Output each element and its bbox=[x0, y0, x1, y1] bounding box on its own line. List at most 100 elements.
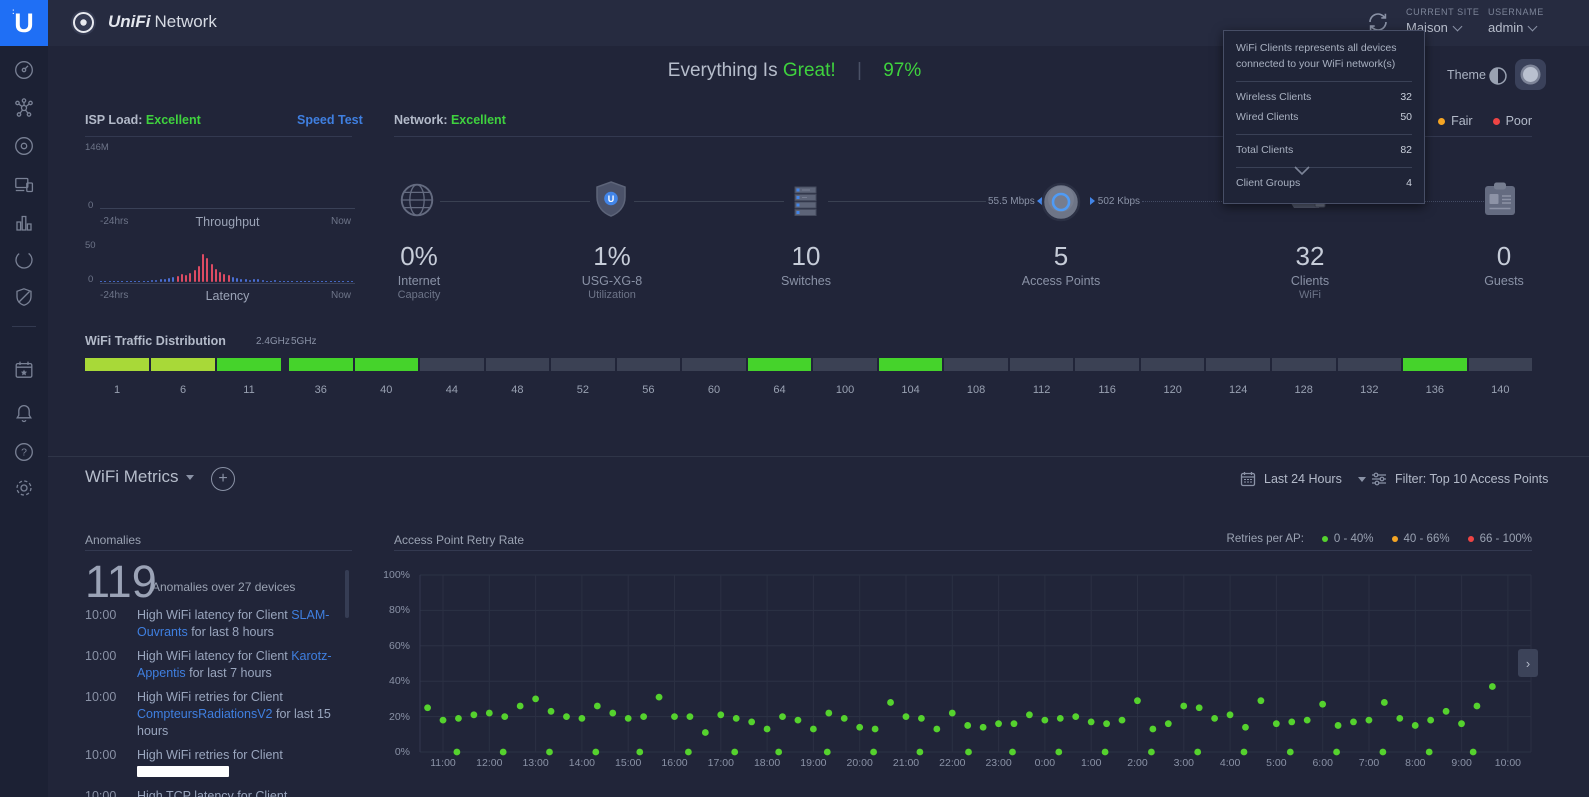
retry-rate-point bbox=[841, 715, 848, 722]
retry-rate-point bbox=[825, 710, 832, 717]
latency-bar bbox=[211, 264, 213, 282]
tooltip-row-value: 82 bbox=[1400, 143, 1412, 159]
sidebar-divider bbox=[12, 326, 36, 327]
sidebar-item-devices-icon[interactable] bbox=[13, 135, 35, 157]
channel-56-bar bbox=[617, 358, 681, 371]
retry-rate-point bbox=[1072, 713, 1079, 720]
retry-rate-point bbox=[636, 749, 643, 756]
filter-control[interactable]: Filter: Top 10 Access Points bbox=[1371, 471, 1548, 487]
retry-rate-point bbox=[1474, 703, 1481, 710]
node-value: 0% bbox=[359, 241, 479, 272]
retry-rate-point bbox=[903, 713, 910, 720]
sidebar-item-statistics-icon[interactable] bbox=[13, 212, 35, 234]
retry-rate-point bbox=[687, 713, 694, 720]
channel-128-bar bbox=[1272, 358, 1336, 371]
gateway-shield-icon[interactable]: U bbox=[589, 179, 633, 230]
latency-bar bbox=[172, 277, 174, 282]
legend-label: Poor bbox=[1506, 114, 1532, 128]
tooltip-row: Wireless Clients32 bbox=[1236, 90, 1412, 106]
retry-rate-point bbox=[1165, 720, 1172, 727]
connector-line bbox=[634, 201, 784, 202]
dark-theme-icon bbox=[1523, 67, 1538, 82]
client-link[interactable]: CompteursRadiationsV2 bbox=[137, 707, 273, 721]
ubiquiti-logo[interactable]: :U bbox=[0, 0, 48, 46]
latency-axis bbox=[100, 283, 355, 284]
latency-bar bbox=[236, 278, 238, 282]
scroll-next-button[interactable]: › bbox=[1518, 649, 1538, 677]
retry-rate-point bbox=[1102, 749, 1109, 756]
switch-icon[interactable] bbox=[783, 179, 827, 228]
speed-test-link[interactable]: Speed Test bbox=[297, 113, 363, 127]
tooltip-row-label: Total Clients bbox=[1236, 143, 1293, 159]
anomalies-summary: Anomalies over 27 devices bbox=[152, 580, 295, 594]
legend-dot-icon bbox=[1322, 536, 1328, 542]
sidebar-item-clients-icon[interactable] bbox=[13, 174, 35, 196]
y-axis-tick: 60% bbox=[378, 640, 410, 652]
latency-xend: Now bbox=[331, 290, 351, 301]
latency-bar bbox=[330, 281, 332, 283]
latency-bar bbox=[160, 279, 162, 282]
time-range-dropdown[interactable]: Last 24 Hours bbox=[1240, 471, 1366, 487]
tooltip-text: WiFi Clients represents all devices conn… bbox=[1236, 41, 1412, 73]
retry-rate-point bbox=[1257, 697, 1264, 704]
sidebar-item-insights-icon[interactable] bbox=[13, 249, 35, 271]
clients-icon bbox=[13, 174, 35, 196]
access-point-icon[interactable] bbox=[1038, 179, 1084, 230]
latency-bar bbox=[130, 281, 132, 283]
light-theme-icon[interactable] bbox=[1487, 65, 1509, 87]
anomalies-title: Anomalies bbox=[85, 533, 141, 547]
wifi-metrics-dropdown[interactable]: WiFi Metrics bbox=[85, 467, 194, 487]
app-title-product: UniFi bbox=[108, 12, 151, 31]
retry-rate-point bbox=[656, 694, 663, 701]
ap-upload-speed: 502 Kbps bbox=[1090, 196, 1140, 207]
latency-bars bbox=[100, 249, 355, 282]
sidebar-item-settings-icon[interactable] bbox=[13, 477, 35, 499]
sidebar-item-help-icon[interactable]: ? bbox=[13, 441, 35, 463]
globe-icon[interactable] bbox=[396, 179, 438, 226]
latency-bar bbox=[274, 280, 276, 282]
sidebar-item-events-icon[interactable] bbox=[13, 359, 35, 381]
retry-rate-point bbox=[517, 703, 524, 710]
guests-icon[interactable] bbox=[1481, 179, 1519, 224]
retry-rate-point bbox=[532, 696, 539, 703]
channel-108-bar bbox=[944, 358, 1008, 371]
username-dropdown[interactable]: USERNAME admin bbox=[1488, 7, 1544, 35]
latency-bar bbox=[219, 272, 221, 282]
add-metric-button[interactable]: + bbox=[211, 467, 235, 491]
chevron-down-icon bbox=[186, 475, 194, 480]
latency-bar bbox=[223, 274, 225, 282]
chevron-down-icon bbox=[1452, 22, 1462, 32]
latency-bar bbox=[291, 281, 293, 283]
channel-60-bar bbox=[682, 358, 746, 371]
x-axis-tick: 21:00 bbox=[884, 757, 928, 769]
anomaly-text-segment: High WiFi retries for Client bbox=[137, 748, 283, 762]
x-axis-tick: 1:00 bbox=[1069, 757, 1113, 769]
latency-bar bbox=[313, 281, 315, 283]
node-value: 0 bbox=[1444, 241, 1564, 272]
isp-load-value: Excellent bbox=[146, 113, 201, 127]
isp-load-header: ISP Load: Excellent bbox=[85, 113, 201, 127]
sidebar-item-dashboard-icon[interactable] bbox=[13, 59, 35, 81]
retry-rate-point bbox=[1288, 719, 1295, 726]
dark-theme-button[interactable] bbox=[1515, 59, 1546, 90]
collapse-chevron-icon[interactable] bbox=[1293, 165, 1311, 177]
retry-rate-point bbox=[592, 749, 599, 756]
retry-rate-point bbox=[1366, 717, 1373, 724]
x-axis-tick: 2:00 bbox=[1116, 757, 1160, 769]
latency-bar bbox=[321, 281, 323, 283]
retry-rate-point bbox=[995, 720, 1002, 727]
channel-label: 36 bbox=[289, 384, 353, 396]
y-axis-tick: 0% bbox=[378, 746, 410, 758]
channel-124-bar bbox=[1206, 358, 1270, 371]
status-dot-icon bbox=[1438, 118, 1445, 125]
x-axis-tick: 15:00 bbox=[606, 757, 650, 769]
sidebar-item-alerts-icon[interactable] bbox=[13, 402, 35, 424]
filter-value: Filter: Top 10 Access Points bbox=[1395, 472, 1548, 486]
latency-ymax: 50 bbox=[85, 240, 96, 251]
channel-label: 120 bbox=[1141, 384, 1205, 396]
x-axis-tick: 8:00 bbox=[1393, 757, 1437, 769]
sidebar-item-topology-icon[interactable] bbox=[13, 97, 35, 119]
sidebar-item-threat-management-icon[interactable] bbox=[13, 286, 35, 308]
traffic-channels-5ghz: 3640444852566064100104108112116120124128… bbox=[289, 384, 1532, 396]
legend-item-poor: Poor bbox=[1493, 114, 1532, 128]
